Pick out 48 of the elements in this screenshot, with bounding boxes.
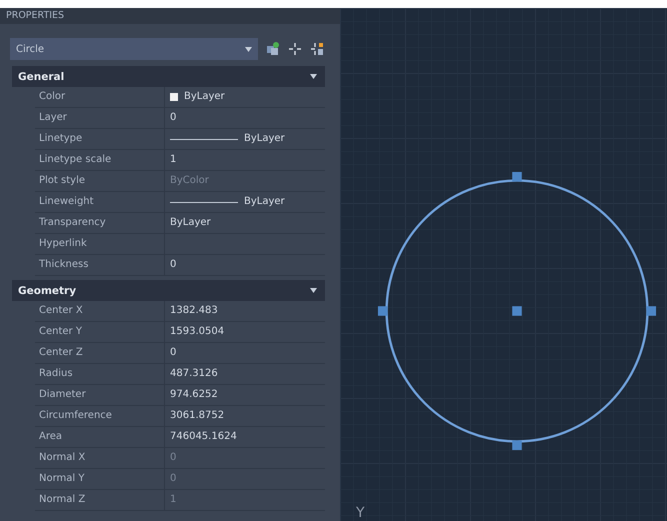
- property-value[interactable]: ByLayer: [244, 192, 285, 212]
- property-label: Transparency: [35, 213, 165, 233]
- property-label: Normal X: [35, 448, 165, 468]
- property-value[interactable]: 974.6252: [170, 385, 218, 405]
- property-label: Center Z: [35, 343, 165, 363]
- quick-select-icon[interactable]: [266, 42, 280, 56]
- property-value[interactable]: 1382.483: [170, 301, 218, 321]
- property-label: Thickness: [35, 255, 165, 275]
- caret-icon: [310, 74, 317, 79]
- property-label: Hyperlink: [35, 234, 165, 254]
- property-value[interactable]: ByLayer: [170, 213, 211, 233]
- panel-title: PROPERTIES: [0, 8, 340, 24]
- property-value[interactable]: 1: [170, 150, 176, 170]
- object-type-dropdown[interactable]: Circle: [10, 38, 258, 60]
- section-header[interactable]: General: [12, 66, 325, 87]
- property-label: Center Y: [35, 322, 165, 342]
- property-label: Diameter: [35, 385, 165, 405]
- property-value[interactable]: 487.3126: [170, 364, 218, 384]
- axis-label: Y: [356, 505, 365, 521]
- property-label: Normal Y: [35, 469, 165, 489]
- property-value[interactable]: 1593.0504: [170, 322, 224, 342]
- section-header[interactable]: Geometry: [12, 280, 325, 301]
- property-value[interactable]: ByLayer: [184, 87, 225, 107]
- property-label: Center X: [35, 301, 165, 321]
- property-label: Area: [35, 427, 165, 447]
- property-value[interactable]: 0: [170, 255, 176, 275]
- property-value[interactable]: 746045.1624: [170, 427, 237, 447]
- drawing-canvas[interactable]: Y: [340, 8, 667, 521]
- property-label: Color: [35, 87, 165, 107]
- property-value[interactable]: 0: [170, 343, 176, 363]
- property-label: Linetype: [35, 129, 165, 149]
- property-label: Layer: [35, 108, 165, 128]
- property-label: Circumference: [35, 406, 165, 426]
- property-value[interactable]: 0: [170, 108, 176, 128]
- caret-icon: [245, 46, 252, 52]
- caret-icon: [310, 288, 317, 293]
- select-objects-icon[interactable]: [310, 42, 324, 56]
- color-swatch: [170, 93, 178, 101]
- line-sample: [170, 138, 238, 140]
- crosshair-icon[interactable]: [288, 42, 302, 56]
- property-label: Normal Z: [35, 490, 165, 510]
- property-label: Radius: [35, 364, 165, 384]
- property-label: Linetype scale: [35, 150, 165, 170]
- property-value[interactable]: ByLayer: [244, 129, 285, 149]
- property-label: Lineweight: [35, 192, 165, 212]
- property-value[interactable]: 3061.8752: [170, 406, 224, 426]
- property-label: Plot style: [35, 171, 165, 191]
- circle-drawing[interactable]: [377, 171, 657, 451]
